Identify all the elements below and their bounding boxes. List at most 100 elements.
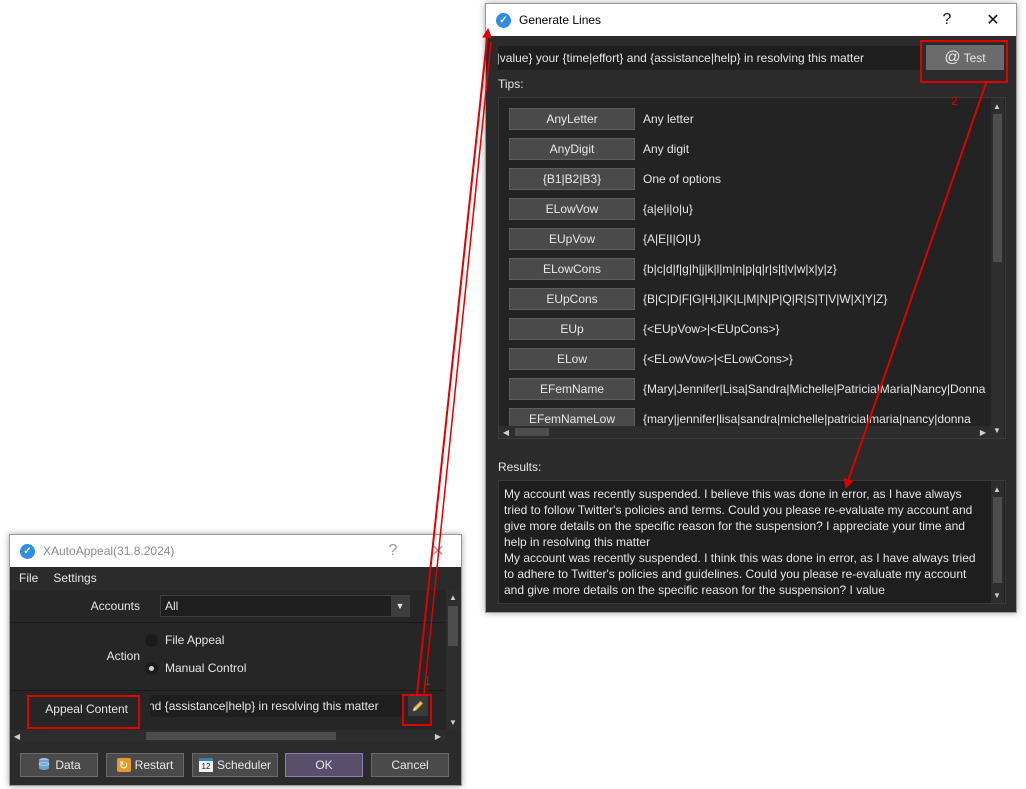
accounts-select[interactable]: All ▼ [160,595,410,617]
tip-row: EFemName {Mary|Jennifer|Lisa|Sandra|Miche… [509,378,985,400]
tips-scroll-thumb[interactable] [993,114,1002,262]
results-scroll-thumb[interactable] [993,497,1002,583]
tip-description: {Mary|Jennifer|Lisa|Sandra|Michelle|Patr… [643,382,986,396]
tips-horizontal-scrollbar[interactable]: ◀ ▶ [499,426,991,438]
results-vertical-scrollbar[interactable]: ▲ ▼ [991,481,1004,603]
tip-description: {mary|jennifer|lisa|sandra|michelle|patr… [643,412,971,426]
radio-file-appeal[interactable]: File Appeal [145,633,224,647]
tip-insert-button[interactable]: EUpVow [509,228,635,250]
scroll-up-icon[interactable]: ▲ [991,100,1003,112]
radio-file-appeal-label: File Appeal [165,633,225,647]
accounts-row: Accounts All ▼ [10,590,446,623]
restart-icon: ↻ [116,758,131,772]
cancel-button-label: Cancel [391,758,429,772]
tips-label: Tips: [498,77,524,91]
action-row: Action File Appeal Manual Control [10,623,446,691]
appeal-content-input[interactable]: nd {assistance|help} in resolving this m… [150,695,402,717]
highlight-appeal-content-label [27,695,140,729]
help-button[interactable]: ? [370,535,416,567]
scroll-left-icon[interactable]: ◀ [500,426,512,438]
button-bar: Data ↻ Restart 12 Scheduler OK Cancel [10,745,461,785]
data-button-label: Data [55,758,81,772]
tip-row: ELowCons {b|c|d|f|g|h|j|k|l|m|n|p|q|r|s|t… [509,258,837,280]
annotation-number-2: 2 [951,94,958,108]
tip-row: ELow {<ELowVow>|<ELowCons>} [509,348,793,370]
results-textarea[interactable]: My account was recently suspended. I bel… [498,480,1006,604]
radio-manual-control[interactable]: Manual Control [145,661,246,675]
window-title: XAutoAppeal(31.8.2024) [43,544,175,558]
close-button[interactable]: ✕ [415,535,461,567]
tip-row: EUp {<EUpVow>|<EUpCons>} [509,318,780,340]
tip-description: {<EUpVow>|<EUpCons>} [643,322,780,336]
app-check-icon: ✓ [20,543,35,559]
radio-file-appeal-dot[interactable] [145,633,158,647]
highlight-edit-button [402,694,432,726]
tip-insert-button[interactable]: AnyDigit [509,138,635,160]
scroll-right-icon[interactable]: ▶ [977,426,989,438]
tip-description: {<ELowVow>|<ELowCons>} [643,352,793,366]
scroll-left-icon[interactable]: ◀ [11,730,23,742]
scroll-down-icon[interactable]: ▼ [991,589,1003,601]
pattern-input-text: e|value} your {time|effort} and {assista… [498,51,865,65]
tips-hscroll-thumb[interactable] [515,428,549,436]
tip-row: EUpCons {B|C|D|F|G|H|J|K|L|M|N|P|Q|R|S|T|… [509,288,887,310]
appeal-content-text: nd {assistance|help} in resolving this m… [150,699,379,713]
accounts-label: Accounts [90,599,140,613]
tip-description: {b|c|d|f|g|h|j|k|l|m|n|p|q|r|s|t|v|w|x|y… [643,262,837,276]
tip-description: Any letter [643,112,694,126]
tip-insert-button[interactable]: EUp [509,318,635,340]
calendar-icon: 12 [198,758,213,772]
tip-insert-button[interactable]: ELow [509,348,635,370]
highlight-test-button [920,40,1008,83]
scroll-up-icon[interactable]: ▲ [991,483,1003,495]
close-button[interactable]: ✕ [970,4,1016,36]
tip-row: AnyDigit Any digit [509,138,689,160]
restart-button[interactable]: ↻ Restart [106,753,184,777]
generate-lines-titlebar: ✓ Generate Lines ? ✕ [486,4,1016,36]
tip-insert-button[interactable]: ELowVow [509,198,635,220]
chevron-down-icon[interactable]: ▼ [391,596,409,616]
scroll-right-icon[interactable]: ▶ [432,730,444,742]
tip-description: One of options [643,172,722,186]
cancel-button[interactable]: Cancel [371,753,449,777]
tip-insert-button[interactable]: EUpCons [509,288,635,310]
radio-manual-control-dot[interactable] [145,661,158,675]
tip-insert-button[interactable]: EFemName [509,378,635,400]
scroll-down-icon[interactable]: ▼ [991,424,1003,436]
data-button[interactable]: Data [20,753,98,777]
tips-vertical-scrollbar[interactable]: ▲ ▼ [991,98,1004,438]
tip-row: EUpVow {A|E|I|O|U} [509,228,701,250]
database-icon [37,757,51,774]
tip-description: Any digit [643,142,690,156]
tip-insert-button[interactable]: AnyLetter [509,108,635,130]
tip-description: {a|e|i|o|u} [643,202,693,216]
tip-row: AnyLetter Any letter [509,108,694,130]
scheduler-button[interactable]: 12 Scheduler [192,753,278,777]
form-vertical-scrollbar[interactable]: ▲ ▼ [446,590,461,730]
results-text: My account was recently suspended. I bel… [504,487,976,597]
xautoappeal-window: ✓ XAutoAppeal(31.8.2024) ? ✕ File Settin… [9,534,462,786]
menu-settings[interactable]: Settings [53,571,96,585]
scroll-down-icon[interactable]: ▼ [447,716,459,728]
scroll-up-icon[interactable]: ▲ [447,591,459,603]
tip-row: {B1|B2|B3} One of options [509,168,721,190]
menu-bar: File Settings [10,567,461,589]
ok-button-label: OK [315,758,333,772]
action-label: Action [106,649,140,663]
form-hscroll-thumb[interactable] [146,732,336,740]
form-scroll-thumb[interactable] [448,606,458,646]
tip-insert-button[interactable]: ELowCons [509,258,635,280]
app-check-icon: ✓ [496,12,511,28]
form-horizontal-scrollbar[interactable]: ◀ ▶ [10,730,446,742]
tip-row: ELowVow {a|e|i|o|u} [509,198,693,220]
tip-insert-button[interactable]: {B1|B2|B3} [509,168,635,190]
accounts-select-value: All [165,599,179,613]
pattern-input[interactable]: e|value} your {time|effort} and {assista… [498,46,920,70]
ok-button[interactable]: OK [285,753,363,777]
window-title: Generate Lines [519,13,602,27]
tip-description: {A|E|I|O|U} [643,232,701,246]
menu-file[interactable]: File [19,571,38,585]
xautoappeal-titlebar: ✓ XAutoAppeal(31.8.2024) ? ✕ [10,535,461,567]
help-button[interactable]: ? [924,4,970,36]
generate-lines-window: ✓ Generate Lines ? ✕ e|value} your {time… [485,3,1017,613]
